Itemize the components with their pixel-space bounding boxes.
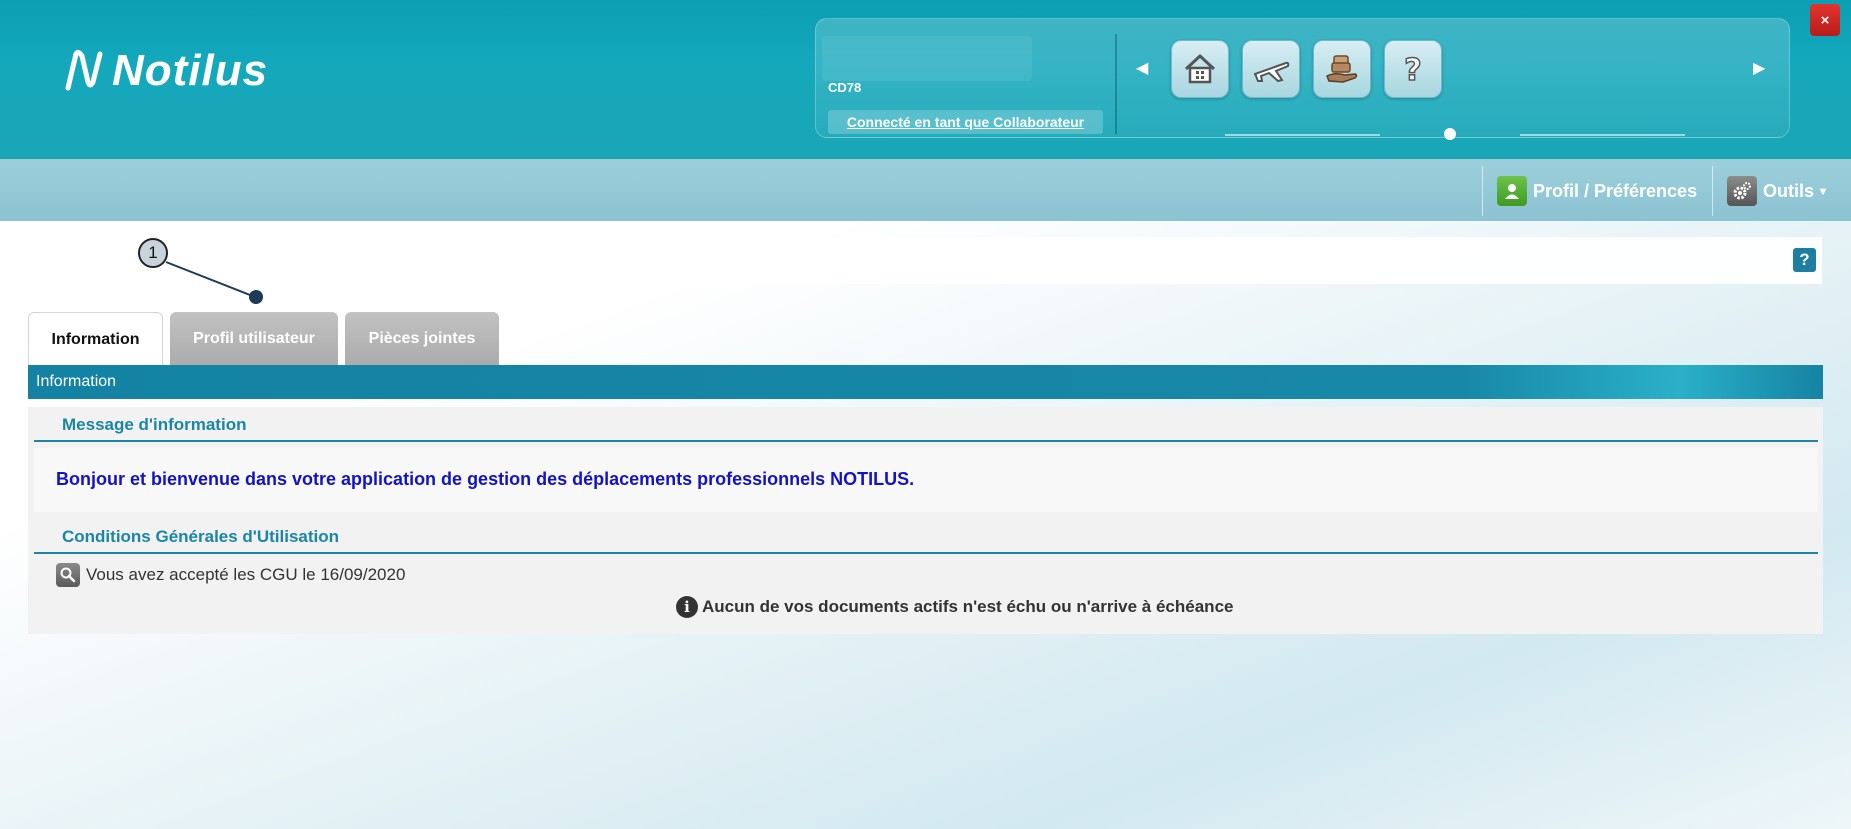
toolbar-separator bbox=[1482, 166, 1483, 216]
tab-information[interactable]: Information bbox=[28, 312, 163, 366]
notilus-logo: Notilus bbox=[62, 46, 268, 96]
welcome-message: Bonjour et bienvenue dans votre applicat… bbox=[56, 469, 915, 489]
profile-preferences-label: Profil / Préférences bbox=[1533, 180, 1698, 201]
header-divider bbox=[1115, 34, 1117, 134]
close-button[interactable]: × bbox=[1810, 4, 1840, 36]
message-header: Message d'information bbox=[34, 409, 1818, 442]
cgu-accepted-row[interactable]: Vous avez accepté les CGU le 16/09/2020 bbox=[56, 562, 405, 588]
section-title: Information bbox=[36, 373, 117, 390]
cgu-accepted-text: Vous avez accepté les CGU le 16/09/2020 bbox=[86, 565, 406, 584]
slider-track-right bbox=[1520, 134, 1685, 136]
plane-icon bbox=[1253, 61, 1290, 83]
nav-prev-arrow[interactable]: ◀ bbox=[1136, 58, 1148, 78]
user-icon bbox=[1497, 176, 1527, 206]
magnifier-icon[interactable] bbox=[56, 563, 80, 587]
home-icon bbox=[1184, 54, 1216, 84]
slider-track-left bbox=[1225, 134, 1380, 136]
toolbar-separator bbox=[1712, 166, 1713, 216]
chevron-down-icon: ▾ bbox=[1820, 184, 1827, 198]
logo-text: Notilus bbox=[112, 46, 269, 95]
annotation-number: 1 bbox=[138, 238, 168, 268]
account-code: CD78 bbox=[828, 80, 862, 95]
cgu-header-label: Conditions Générales d'Utilisation bbox=[62, 526, 340, 546]
tools-menu-button[interactable]: Outils ▾ bbox=[1727, 176, 1826, 206]
page-help-button[interactable]: ? bbox=[1793, 248, 1816, 272]
tab-attachments[interactable]: Pièces jointes bbox=[345, 312, 499, 366]
notilus-logo-icon bbox=[65, 49, 103, 91]
tab-user-profile[interactable]: Profil utilisateur bbox=[170, 312, 338, 366]
home-button[interactable] bbox=[1171, 40, 1229, 98]
section-title-bar: Information bbox=[28, 365, 1823, 399]
page-help-strip bbox=[28, 237, 1822, 284]
documents-status-text: Aucun de vos documents actifs n'est échu… bbox=[702, 597, 1234, 616]
gear-icon bbox=[1727, 176, 1757, 206]
info-icon: i bbox=[676, 596, 698, 618]
documents-status: i Aucun de vos documents actifs n'est éc… bbox=[676, 594, 1233, 620]
expenses-button[interactable] bbox=[1313, 40, 1371, 98]
profile-preferences-button[interactable]: Profil / Préférences bbox=[1497, 176, 1697, 206]
svg-text:?: ? bbox=[1404, 53, 1421, 88]
message-header-label: Message d'information bbox=[62, 414, 247, 434]
slider-dot[interactable] bbox=[1444, 128, 1456, 140]
help-nav-button[interactable]: ? bbox=[1384, 40, 1442, 98]
hand-cash-icon bbox=[1326, 55, 1358, 83]
nav-next-arrow[interactable]: ▶ bbox=[1753, 58, 1765, 78]
cgu-header: Conditions Générales d'Utilisation bbox=[34, 521, 1818, 554]
connected-as-link[interactable]: Connecté en tant que Collaborateur bbox=[828, 110, 1103, 134]
help-icon: ? bbox=[1404, 52, 1423, 88]
tools-label: Outils bbox=[1763, 180, 1815, 201]
user-info-block bbox=[822, 36, 1032, 81]
travel-button[interactable] bbox=[1242, 40, 1300, 98]
